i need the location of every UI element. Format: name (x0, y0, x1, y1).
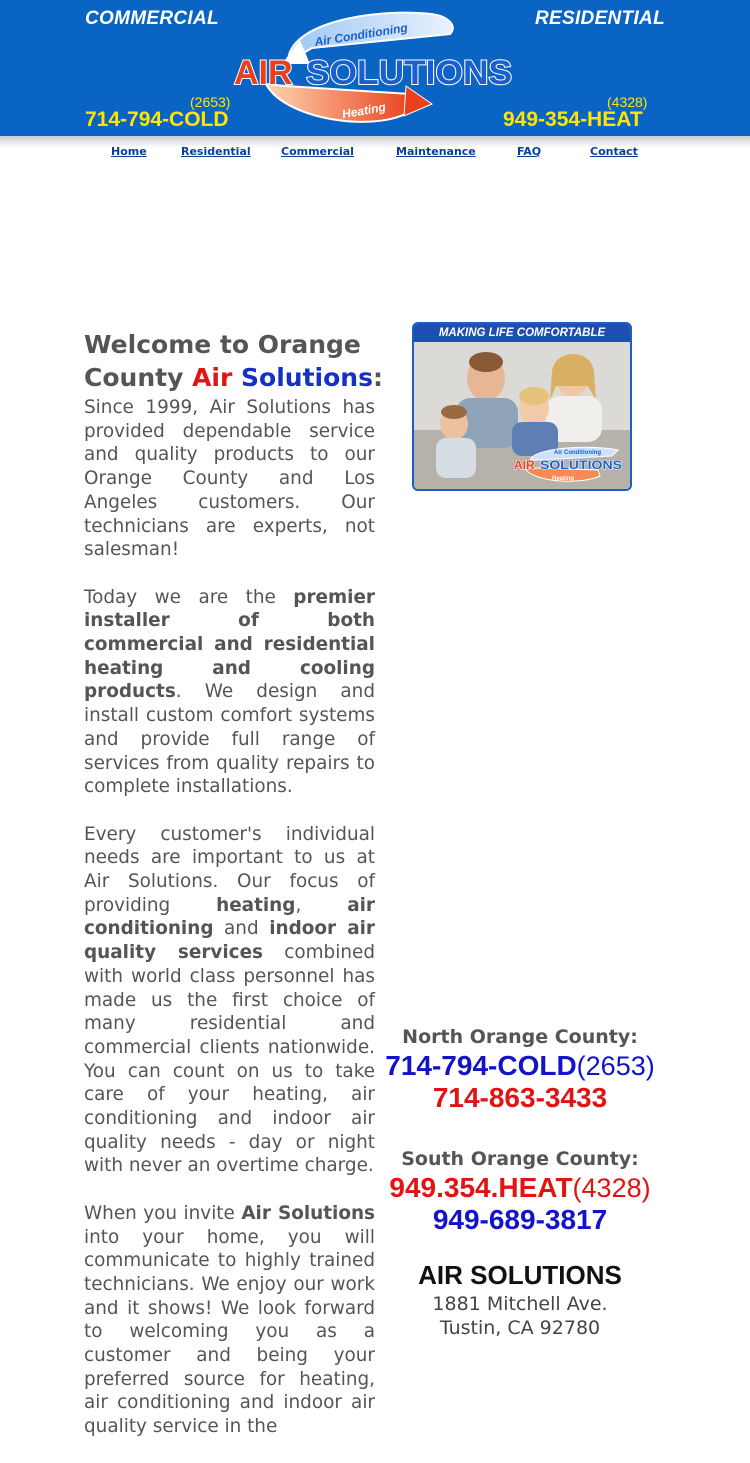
welcome-colon: : (372, 363, 383, 392)
welcome-heading: Welcome to Orange County Air Solutions: (84, 328, 384, 394)
north-county-label: North Orange County: (402, 1026, 638, 1048)
p3-and: and (213, 918, 270, 940)
p4-pre: When you invite (84, 1202, 242, 1224)
photo-logo-solutions: SOLUTIONS (540, 458, 622, 472)
photo-logo-arc-bottom: Heating (552, 476, 574, 482)
contact-block: North Orange County: 714-794-COLD(2653) … (380, 1026, 660, 1339)
intro-text: Since 1999, Air Solutions has provided d… (84, 396, 375, 1463)
nav-home-link[interactable]: Home (111, 145, 147, 158)
welcome-line2-pre: County (84, 363, 193, 392)
intro-paragraph-1: Since 1999, Air Solutions has provided d… (84, 397, 375, 561)
south-county-label: South Orange County: (401, 1148, 639, 1170)
right-phone-word[interactable]: 949-354-HEAT (503, 108, 643, 132)
commercial-tag: COMMERCIAL (85, 8, 219, 29)
air-solutions-logo[interactable]: Air Conditioning Heating AIR SOLUTIONS (226, 4, 522, 132)
address-street: 1881 Mitchell Ave. (432, 1293, 608, 1315)
welcome-solutions: Solutions (241, 363, 373, 392)
intro-paragraph-4: When you invite Air Solutions into your … (84, 1202, 375, 1439)
north-phone-line[interactable]: 714-794-COLD(2653) (380, 1050, 660, 1082)
residential-tag: RESIDENTIAL (535, 8, 665, 29)
left-phone-word[interactable]: 714-794-COLD (85, 108, 229, 132)
company-name: AIR SOLUTIONS (418, 1260, 622, 1290)
nav-contact-link[interactable]: Contact (590, 145, 638, 158)
intro-paragraph-2: Today we are the premier installer of bo… (84, 586, 375, 799)
nav-faq-link[interactable]: FAQ (517, 145, 541, 158)
south-phone-word[interactable]: 949.354.HEAT (389, 1172, 572, 1203)
p4-bold: Air Solutions (241, 1202, 375, 1224)
logo-air-text: AIR (234, 54, 293, 92)
welcome-air: Air (192, 363, 233, 392)
address-city: Tustin, CA 92780 (439, 1317, 601, 1339)
north-alt-phone[interactable]: 714-863-3433 (380, 1082, 660, 1114)
p2-pre: Today we are the (84, 586, 294, 608)
north-phone-number: (2653) (576, 1051, 655, 1081)
photo-logo-arc-top: Air Conditioning (554, 450, 601, 456)
south-alt-phone[interactable]: 949-689-3817 (380, 1204, 660, 1236)
south-phone-number: (4328) (572, 1173, 651, 1203)
welcome-line1: Welcome to Orange (84, 330, 361, 359)
intro-paragraph-3: Every customer's individual needs are im… (84, 823, 375, 1179)
nav-commercial-link[interactable]: Commercial (281, 145, 354, 158)
photo-banner: MAKING LIFE COMFORTABLE (414, 324, 630, 342)
nav-residential-link[interactable]: Residential (181, 145, 251, 158)
nav-maintenance-link[interactable]: Maintenance (396, 145, 476, 158)
p4-post: into your home, you will communicate to … (84, 1226, 375, 1438)
logo-solutions-text: SOLUTIONS (306, 54, 512, 92)
photo-logo-air: AIR (514, 458, 535, 472)
north-phone-word[interactable]: 714-794-COLD (385, 1050, 576, 1081)
family-photo: MAKING LIFE COMFORTABLE Air Conditioning… (412, 322, 632, 491)
south-phone-line[interactable]: 949.354.HEAT(4328) (380, 1172, 660, 1204)
site-header: COMMERCIAL RESIDENTIAL (2653) 714-794-CO… (0, 0, 750, 136)
p3-heating: heating (216, 894, 296, 916)
p3-post: combined with world class personnel has … (84, 942, 375, 1177)
p3-sep: , (295, 894, 348, 916)
photo-logo: Air Conditioning Heating AIR SOLUTIONS (514, 446, 623, 482)
